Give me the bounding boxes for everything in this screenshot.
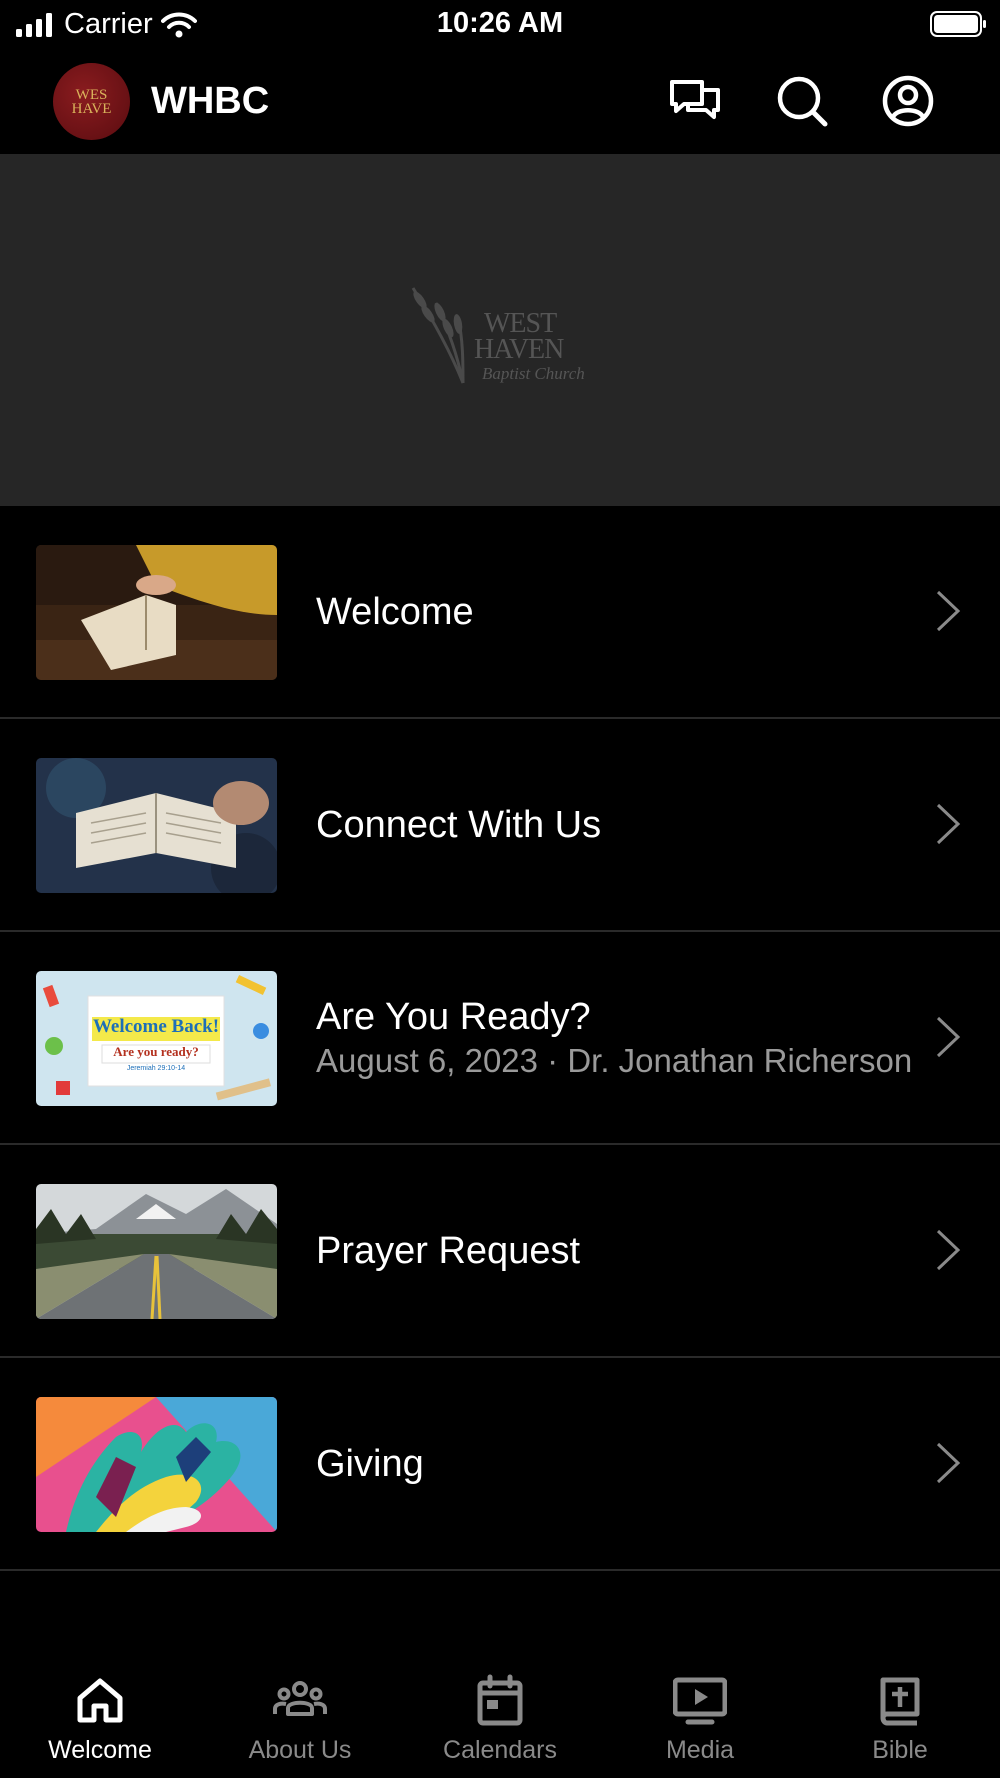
chevron-right-icon	[936, 1229, 961, 1271]
item-title: Are You Ready?	[316, 996, 591, 1038]
app-logo[interactable]: WES HAVE	[53, 63, 130, 140]
list-item-giving[interactable]: Giving	[0, 1358, 1000, 1571]
app-logo-text: WES HAVE	[71, 86, 112, 117]
tab-label: Welcome	[48, 1736, 152, 1764]
tab-about-us[interactable]: About Us	[200, 1648, 400, 1778]
people-icon	[273, 1681, 327, 1716]
chevron-right-icon	[936, 1016, 961, 1058]
profile-button[interactable]	[881, 74, 935, 128]
item-title: Connect With Us	[316, 803, 602, 846]
app-header: WES HAVE WHBC	[0, 50, 1000, 154]
tab-media[interactable]: Media	[600, 1648, 800, 1778]
hero-banner: WEST HAVEN Baptist Church	[0, 154, 1000, 506]
item-text: Prayer Request	[316, 1145, 930, 1356]
status-time: 10:26 AM	[436, 7, 564, 39]
church-logo: WEST HAVEN Baptist Church	[408, 278, 594, 388]
connect-thumbnail	[36, 758, 277, 893]
thumb-subtitle: Are you ready?	[113, 1044, 199, 1059]
media-icon	[673, 1677, 727, 1725]
item-title: Prayer Request	[316, 1229, 581, 1272]
search-button[interactable]	[775, 74, 829, 128]
tab-bible[interactable]: Bible	[800, 1648, 1000, 1778]
battery-icon	[930, 10, 988, 43]
item-subtitle: August 6, 2023 · Dr. Jonathan Richerson	[316, 1042, 913, 1079]
tab-welcome[interactable]: Welcome	[0, 1648, 200, 1778]
home-icon	[77, 1678, 123, 1723]
profile-icon	[882, 75, 934, 127]
wheat-icon	[411, 287, 465, 384]
item-title: Giving	[316, 1442, 424, 1485]
item-text: Welcome	[316, 506, 930, 717]
thumb-reference: Jeremiah 29:10-14	[126, 1065, 186, 1072]
prayer-request-thumbnail	[36, 1184, 277, 1319]
thumb-title: Welcome Back!	[92, 1016, 220, 1037]
list-item-prayer-request[interactable]: Prayer Request	[0, 1145, 1000, 1358]
calendar-icon	[477, 1674, 523, 1726]
app-title: WHBC	[151, 80, 270, 122]
list-item-welcome[interactable]: Welcome	[0, 506, 1000, 719]
item-text: Connect With Us	[316, 719, 930, 930]
tab-bar: Welcome About Us Calendars Media Bible	[0, 1648, 1000, 1778]
tab-label: About Us	[248, 1736, 352, 1764]
item-text: Giving	[316, 1358, 930, 1569]
tab-label: Bible	[872, 1736, 928, 1764]
hero-logo-line3: Baptist Church	[482, 364, 585, 383]
chevron-right-icon	[936, 590, 961, 632]
tab-calendars[interactable]: Calendars	[400, 1648, 600, 1778]
item-text: Are You Ready? August 6, 2023 · Dr. Jona…	[316, 932, 930, 1143]
list-item-connect-with-us[interactable]: Connect With Us	[0, 719, 1000, 932]
welcome-thumbnail	[36, 545, 277, 680]
chat-icon	[670, 80, 720, 119]
search-icon	[777, 76, 828, 127]
tab-label: Calendars	[443, 1736, 557, 1764]
item-title: Welcome	[316, 590, 474, 633]
hero-logo-line2: HAVEN	[474, 334, 564, 365]
are-you-ready-thumbnail: Welcome Back! Are you ready? Jeremiah 29…	[36, 971, 277, 1106]
chevron-right-icon	[936, 803, 961, 845]
chevron-right-icon	[936, 1442, 961, 1484]
tab-label: Media	[665, 1736, 735, 1764]
content-list: Welcome Connect With Us Welcome Back! Ar…	[0, 506, 1000, 1571]
list-item-are-you-ready[interactable]: Welcome Back! Are you ready? Jeremiah 29…	[0, 932, 1000, 1145]
bible-icon	[880, 1677, 920, 1726]
giving-thumbnail	[36, 1397, 277, 1532]
status-bar: Carrier 10:26 AM	[0, 0, 1000, 50]
messages-button[interactable]	[668, 74, 722, 128]
